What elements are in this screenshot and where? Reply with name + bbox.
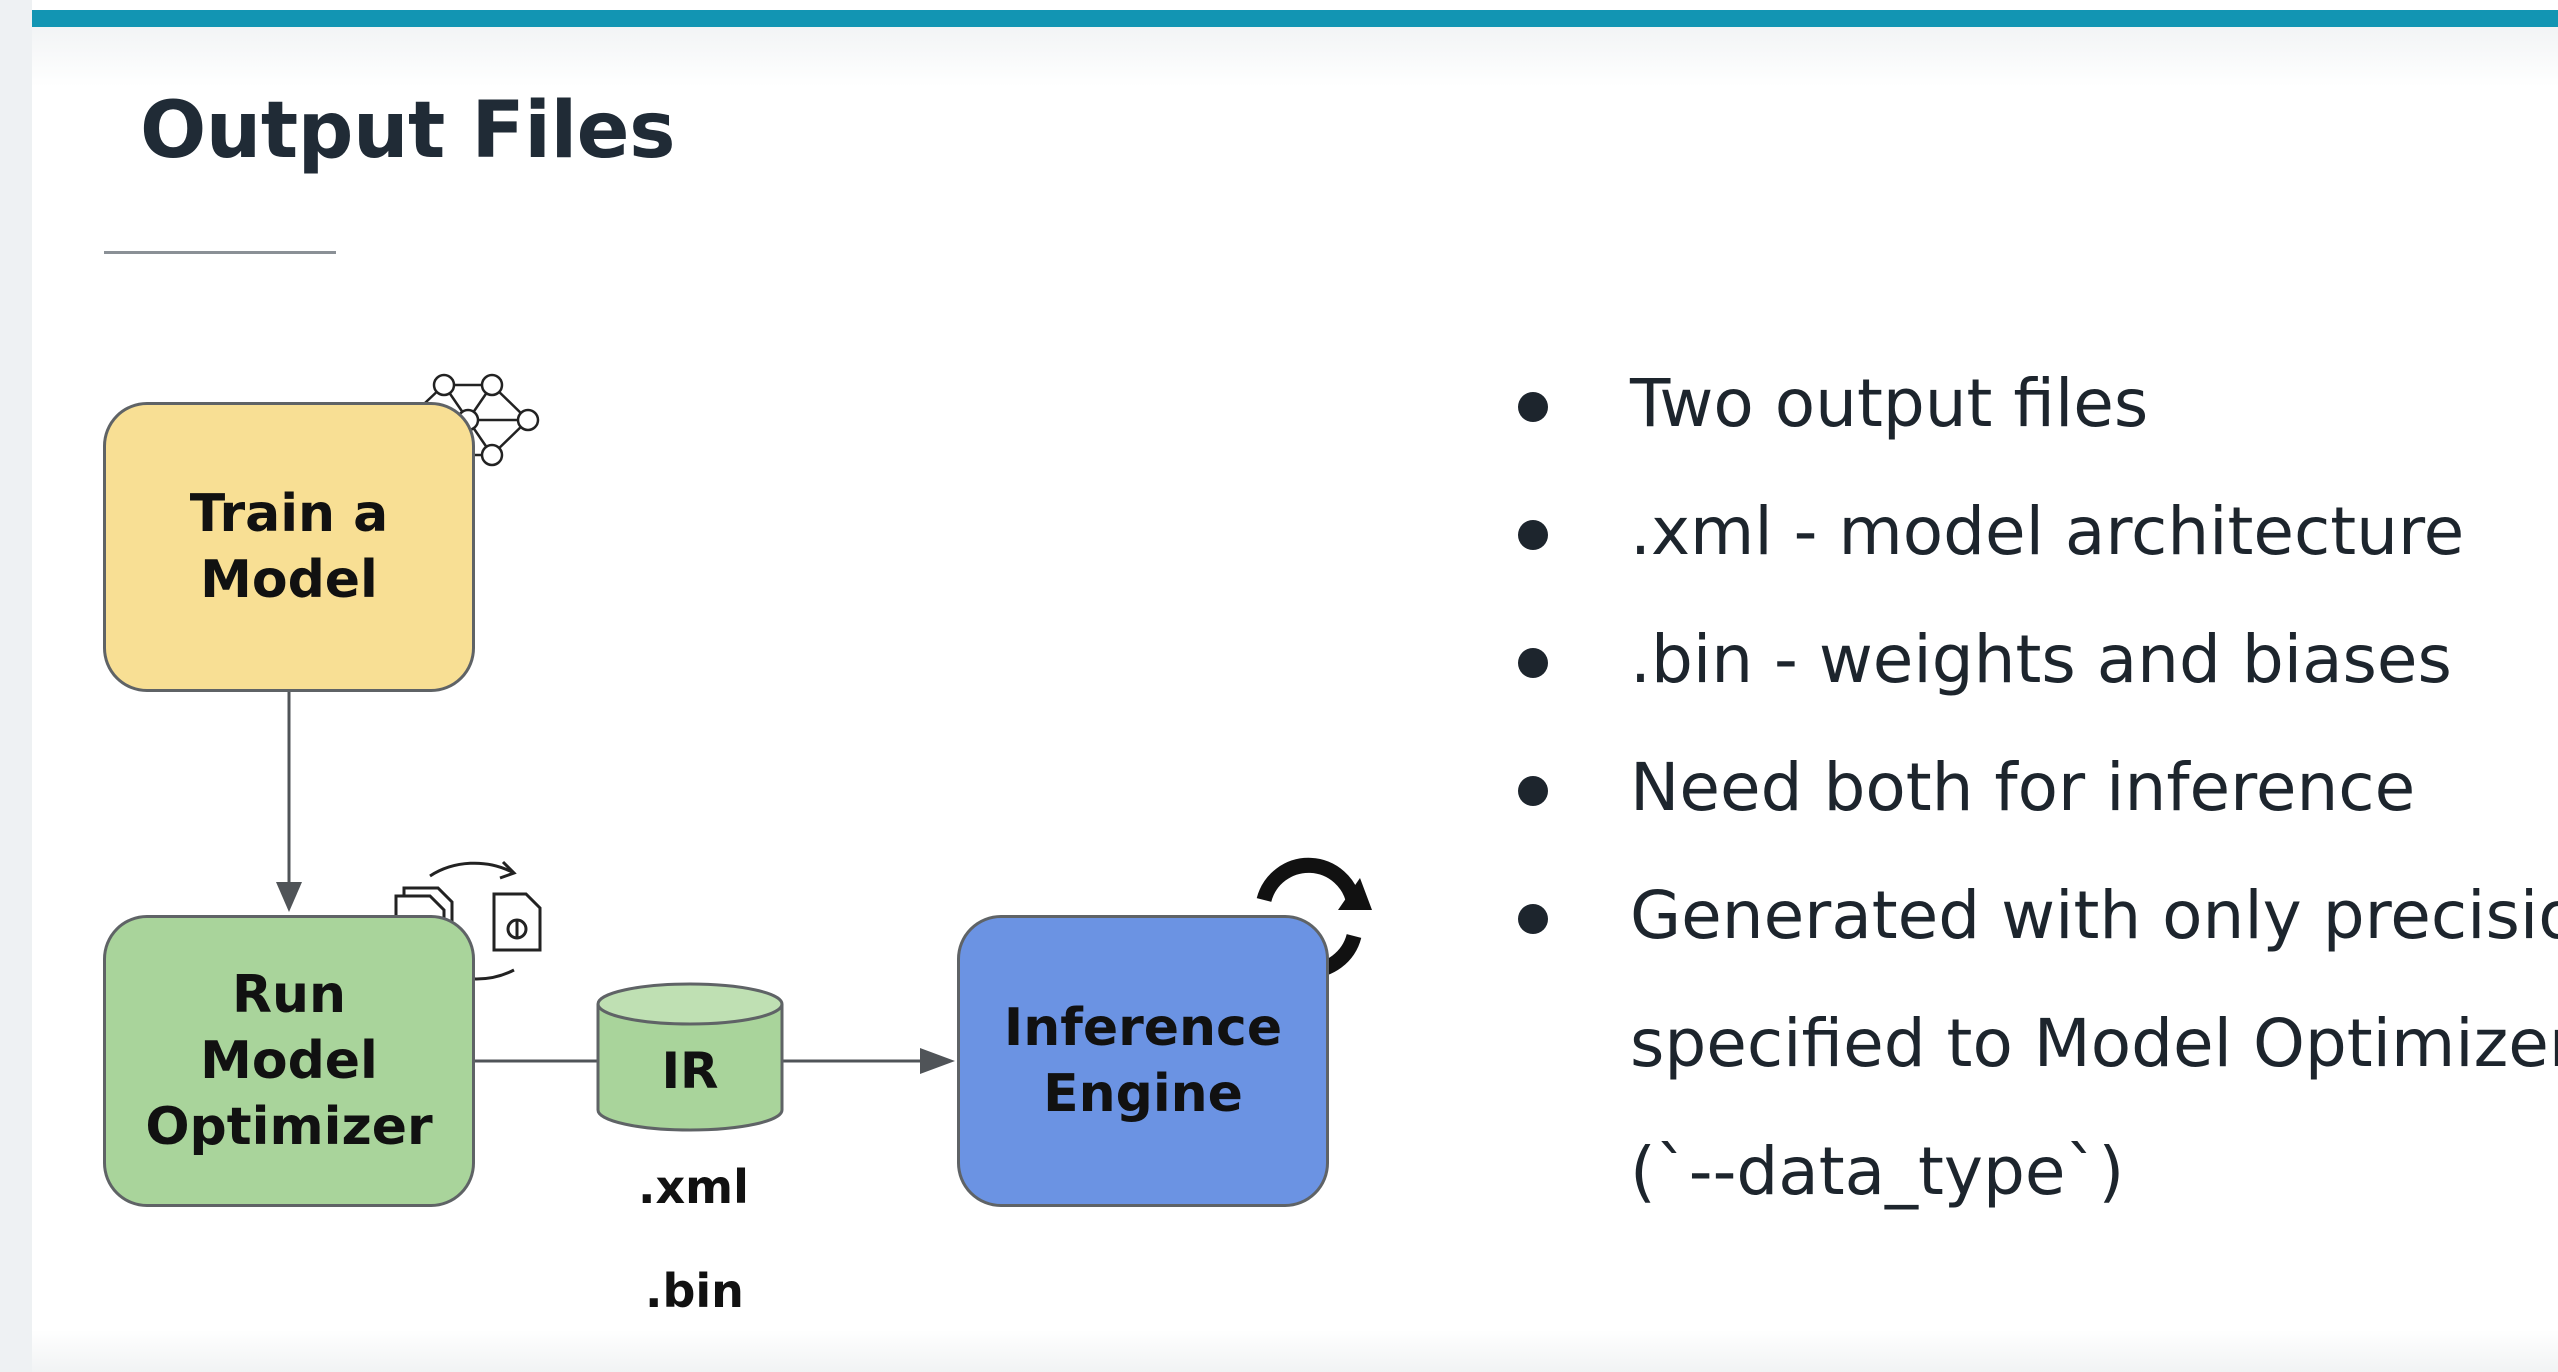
bullet-text: Two output files (1630, 365, 2149, 442)
bullet-item: Two output files (1500, 340, 2558, 468)
optimizer-box-line1: Run (231, 965, 347, 1025)
bullet-dot (1518, 648, 1548, 678)
bullet-item: .xml - model architecture (1500, 468, 2558, 596)
optimizer-box-line3: Optimizer (145, 1097, 433, 1157)
bullet-text: .bin - weights and biases (1630, 621, 2452, 698)
bin-file-label: .bin (645, 1264, 744, 1318)
train-model-box: Train a Model (103, 402, 475, 692)
bullet-list: Two output files .xml - model architectu… (1500, 340, 2558, 1236)
train-box-line1: Train a (189, 484, 389, 544)
bullet-text: Generated with only precision specified … (1630, 877, 2558, 1210)
bullet-item: .bin - weights and biases (1500, 596, 2558, 724)
arrow-ir-to-inference (782, 1048, 955, 1074)
xml-file-label: .xml (638, 1160, 749, 1214)
bullet-dot (1518, 392, 1548, 422)
ir-cylinder: IR (596, 982, 784, 1132)
bullet-text: Need both for inference (1630, 749, 2416, 826)
ir-label: IR (661, 1042, 718, 1100)
bullet-dot (1518, 904, 1548, 934)
run-model-optimizer-box: Run Model Optimizer (103, 915, 475, 1207)
inference-box-line2: Engine (1043, 1064, 1243, 1124)
train-box-line2: Model (200, 550, 378, 610)
bullet-text: .xml - model architecture (1630, 493, 2465, 570)
bullet-item: Need both for inference (1500, 724, 2558, 852)
bullet-dot (1518, 776, 1548, 806)
arrow-train-to-optimizer (276, 692, 302, 912)
inference-engine-box: Inference Engine (957, 915, 1329, 1207)
bullet-dot (1518, 520, 1548, 550)
inference-box-line1: Inference (1003, 998, 1283, 1058)
bullet-item: Generated with only precision specified … (1500, 852, 2558, 1236)
optimizer-box-line2: Model (200, 1031, 378, 1091)
